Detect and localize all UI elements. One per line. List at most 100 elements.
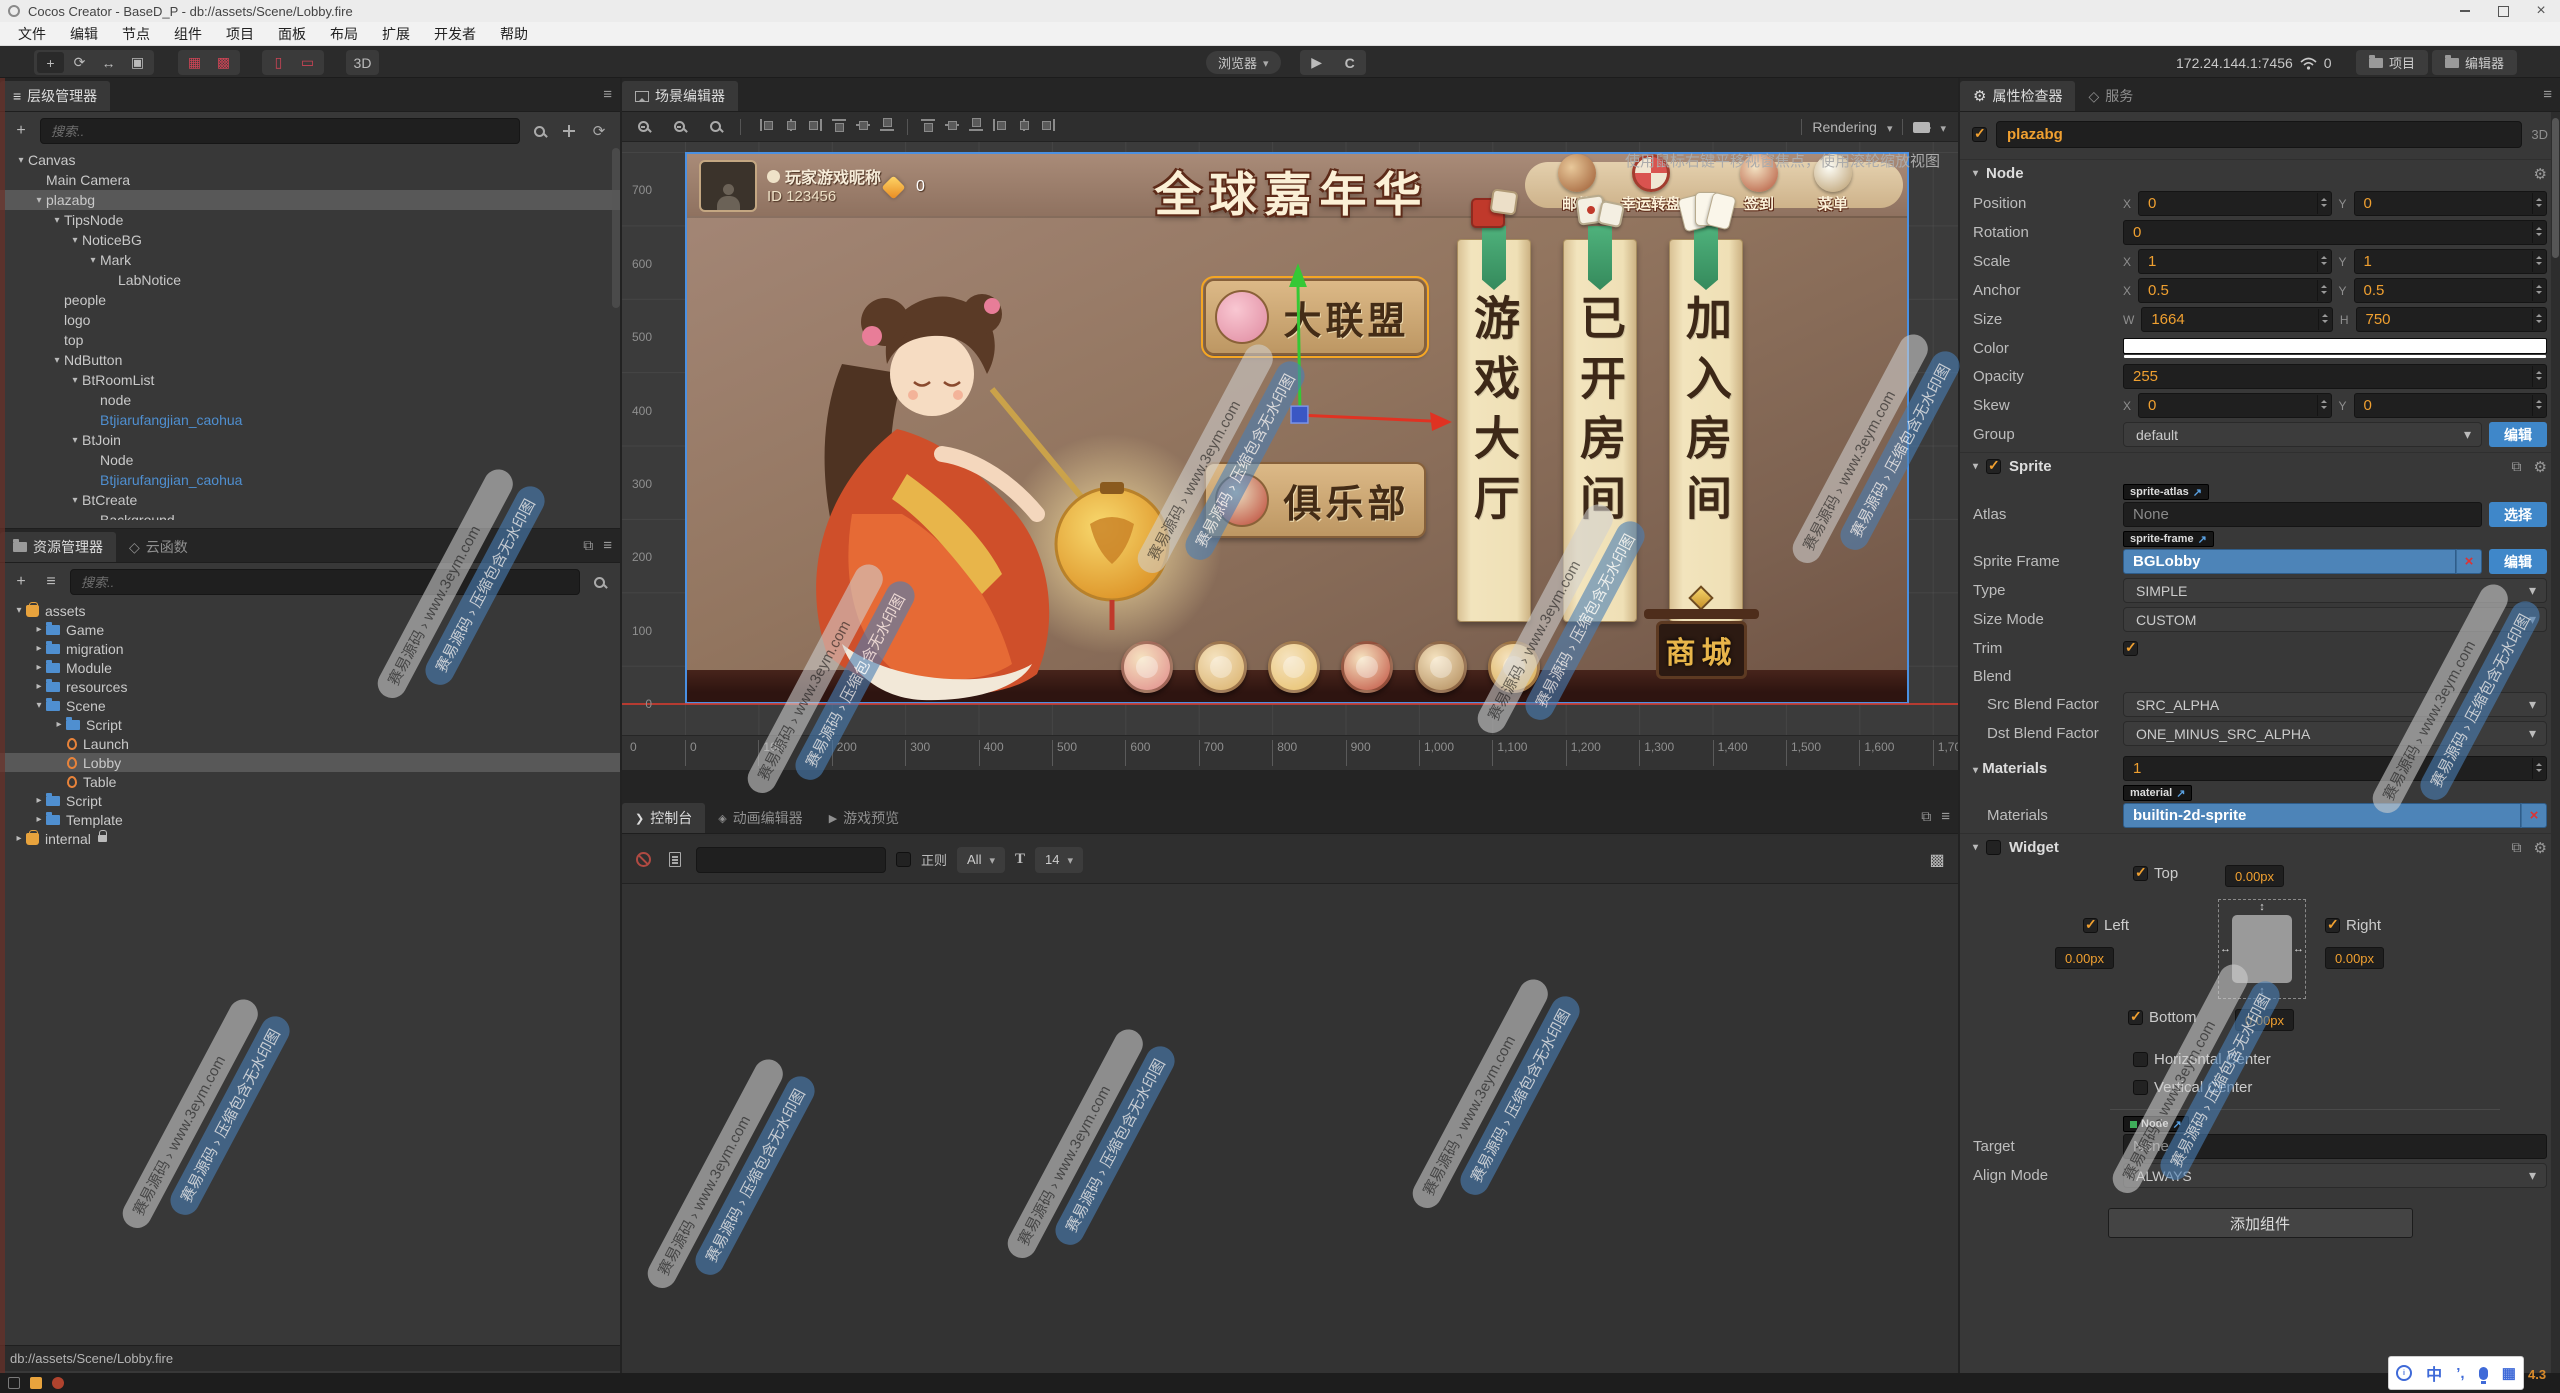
console-output[interactable] [622, 884, 1958, 1373]
align-icon-al-l[interactable] [760, 119, 774, 131]
expand-arrow-icon[interactable]: ▾ [68, 435, 82, 446]
widget-section-header[interactable]: ▾Widget [1960, 833, 2560, 861]
ime-punct-toggle[interactable]: ’, [2456, 1365, 2464, 1382]
medallion-icon-4[interactable] [1341, 641, 1393, 693]
widget-bottom-toggle[interactable]: Bottom [2128, 1009, 2197, 1026]
game-canvas[interactable]: 玩家游戏昵称 ID 123456 0 全球嘉年华 邮件幸运转盘签到菜单 [685, 152, 1909, 704]
widget-enabled-checkbox[interactable] [1986, 840, 2001, 855]
asset-row[interactable]: Table [0, 772, 620, 791]
banner-button-3[interactable]: 加入房间 [1669, 239, 1743, 622]
add-component-button[interactable]: 添加组件 [2108, 1208, 2413, 1238]
club-button[interactable]: 俱乐部 [1204, 462, 1426, 538]
collapse-icon[interactable]: ▩ [1926, 849, 1948, 871]
expand-arrow-icon[interactable]: ▾ [50, 215, 64, 226]
widget-left-toggle[interactable]: Left [2083, 917, 2129, 934]
assets-search-input[interactable] [70, 569, 580, 595]
material-field[interactable]: builtin-2d-sprite [2123, 803, 2521, 828]
maximize-button[interactable] [2484, 0, 2522, 22]
align-icon-al-b[interactable] [880, 119, 894, 131]
expand-arrow-icon[interactable]: ▸ [52, 719, 66, 730]
expand-arrow-icon[interactable]: ▾ [68, 495, 82, 506]
position-y-field[interactable]: 0 [2354, 191, 2547, 216]
locate-icon[interactable] [558, 120, 580, 142]
horizontal-center-toggle[interactable]: Horizontal Center [2133, 1051, 2271, 1068]
materials-count-field[interactable]: 1 [2123, 756, 2547, 781]
tab-cloud-functions[interactable]: ◇ 云函数 [116, 532, 201, 562]
widget-top-toggle[interactable]: Top [2133, 865, 2178, 882]
scene-viewport[interactable]: 使用鼠标右键平移视窗焦点，使用滚轮缩放视图 700600500400300200… [622, 142, 1958, 735]
scale-x-field[interactable]: 1 [2138, 249, 2331, 274]
sprite-frame-field[interactable]: BGLobby [2123, 549, 2456, 574]
tree-row[interactable]: Node [0, 450, 620, 470]
color-swatch[interactable] [2123, 338, 2547, 354]
tree-row[interactable]: ▾TipsNode [0, 210, 620, 230]
hierarchy-scrollbar[interactable] [612, 148, 620, 308]
medallion-icon-6[interactable] [1488, 641, 1540, 693]
inspector-scrollbar[interactable] [2551, 112, 2560, 1373]
tree-row[interactable]: Background [0, 510, 620, 520]
widget-right-toggle[interactable]: Right [2325, 917, 2381, 934]
sort-icon[interactable]: ≡ [40, 571, 62, 593]
asset-row[interactable]: ▸Module [0, 658, 620, 677]
rotation-field[interactable]: 0 [2123, 220, 2547, 245]
tab-scene-editor[interactable]: 场景编辑器 [622, 81, 738, 111]
move-tool-button[interactable]: + [37, 52, 64, 73]
vertical-center-toggle[interactable]: Vertical Center [2133, 1079, 2252, 1096]
gear-icon[interactable] [2534, 839, 2547, 857]
asset-row[interactable]: ▸Script [0, 791, 620, 810]
sprite-section-header[interactable]: ▾Sprite [1960, 452, 2560, 480]
asset-row[interactable]: ▸Script [0, 715, 620, 734]
tree-row[interactable]: Btjiarufangjian_caohua [0, 410, 620, 430]
panel-popout-icon[interactable] [1921, 808, 1931, 825]
asset-row[interactable]: ▸Game [0, 620, 620, 639]
expand-arrow-icon[interactable]: ▾ [68, 235, 82, 246]
align-icon-al-l[interactable] [993, 119, 1007, 131]
banner-button-2[interactable]: 已开房间 [1563, 239, 1637, 622]
help-icon[interactable] [2512, 839, 2522, 857]
expand-arrow-icon[interactable]: ▾ [12, 605, 26, 616]
ime-grid-icon[interactable]: ▦ [2502, 1364, 2516, 1382]
menu-item[interactable]: 扩展 [370, 22, 422, 46]
align-icon-al-b[interactable] [969, 119, 983, 131]
widget-top-value[interactable]: 0.00px [2225, 865, 2284, 887]
menu-item[interactable]: 帮助 [488, 22, 540, 46]
rect-tool-button[interactable]: ▣ [124, 52, 151, 73]
zoom-out-icon[interactable] [668, 116, 690, 138]
tree-row[interactable]: ▾BtJoin [0, 430, 620, 450]
menu-item[interactable]: 项目 [214, 22, 266, 46]
zoom-in-icon[interactable] [632, 116, 654, 138]
log-file-icon[interactable] [664, 849, 686, 871]
tree-row[interactable]: ▾BtCreate [0, 490, 620, 510]
league-button[interactable]: 大联盟 [1204, 279, 1426, 355]
asset-row[interactable]: ▸migration [0, 639, 620, 658]
anchor-x-field[interactable]: 0.5 [2138, 278, 2331, 303]
error-icon[interactable] [52, 1377, 64, 1389]
font-size-dropdown[interactable]: 14 [1035, 847, 1083, 873]
asset-row[interactable]: Launch [0, 734, 620, 753]
tab-inspector[interactable]: 属性检查器 [1960, 81, 2075, 111]
sprite-enabled-checkbox[interactable] [1986, 459, 2001, 474]
expand-arrow-icon[interactable]: ▾ [50, 355, 64, 366]
size-mode-dropdown[interactable]: CUSTOM [2123, 607, 2547, 632]
type-dropdown[interactable]: SIMPLE [2123, 578, 2547, 603]
refresh-button[interactable]: C [1345, 55, 1355, 71]
tree-row[interactable]: ▾NoticeBG [0, 230, 620, 250]
asset-row[interactable]: ▸internal [0, 829, 620, 848]
align-mode-dropdown[interactable]: ALWAYS [2123, 1163, 2547, 1188]
widget-target-field[interactable]: None [2123, 1134, 2547, 1159]
expand-arrow-icon[interactable]: ▾ [32, 700, 46, 711]
panel-menu-icon[interactable] [603, 537, 612, 554]
log-level-dropdown[interactable]: All [957, 847, 1005, 873]
search-icon[interactable] [528, 120, 550, 142]
panel-popout-icon[interactable] [583, 537, 593, 554]
expand-arrow-icon[interactable]: ▸ [32, 681, 46, 692]
align-icon-al-t[interactable] [921, 119, 935, 131]
asset-row[interactable]: ▸resources [0, 677, 620, 696]
panel-splitter[interactable] [622, 770, 1958, 800]
atlas-field[interactable]: None [2123, 502, 2482, 527]
expand-arrow-icon[interactable]: ▾ [32, 195, 46, 206]
tree-row[interactable]: ▾plazabg [0, 190, 620, 210]
close-button[interactable] [2522, 0, 2560, 22]
menu-item[interactable]: 开发者 [422, 22, 488, 46]
portrait-device-button[interactable]: ▯ [265, 52, 292, 73]
